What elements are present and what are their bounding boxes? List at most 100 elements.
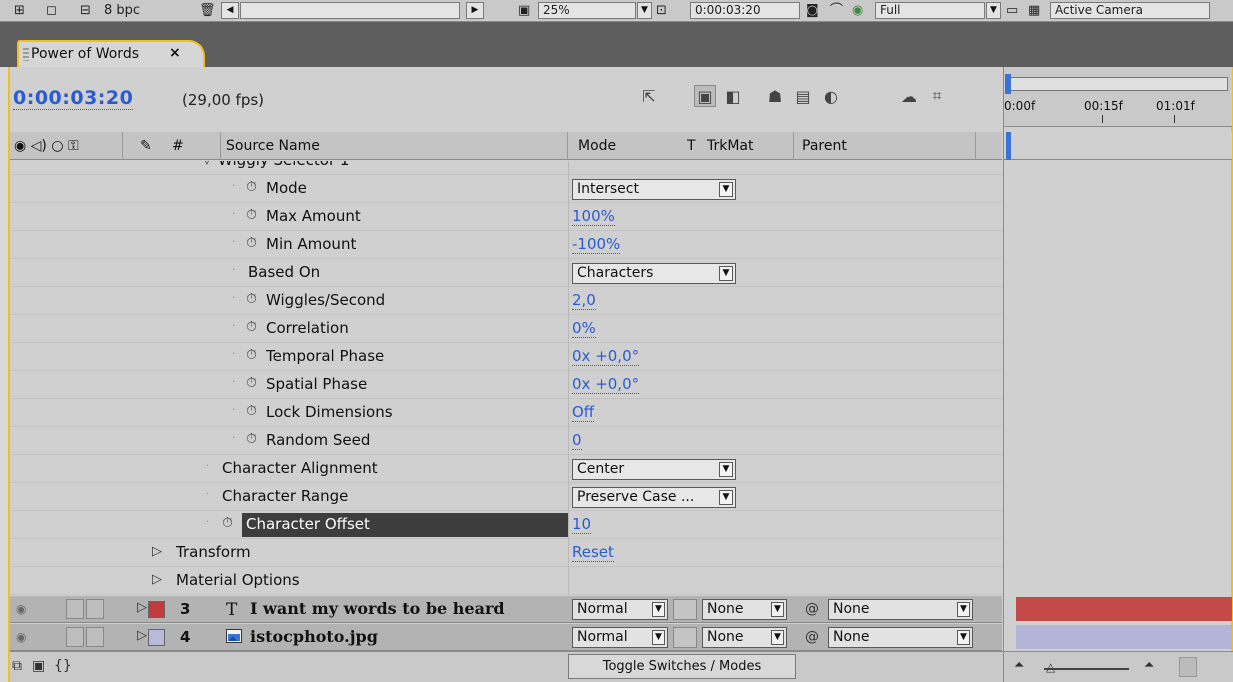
transfer-controls-icon[interactable]: ▣	[32, 658, 45, 674]
time-ruler[interactable]: 0:00f 00:15f 01:01f	[1004, 67, 1232, 127]
lock-switch[interactable]	[86, 599, 104, 619]
stopwatch-icon[interactable]: ⏱	[246, 207, 257, 223]
work-area-bar[interactable]	[1004, 132, 1232, 160]
property-row-wiggly-selector[interactable]: ▽ Wiggly Selector 1	[10, 161, 1002, 175]
layer-mode-dropdown[interactable]: Normal ▼	[572, 599, 668, 620]
scroll-right-icon[interactable]: ▶	[466, 2, 484, 19]
graph-editor-icon[interactable]: ⌗	[926, 85, 948, 107]
snapshot-icon[interactable]: ◻	[46, 2, 60, 19]
safe-zones-icon[interactable]: ⊡	[656, 2, 684, 19]
time-navigator[interactable]	[1006, 77, 1228, 91]
brainstorm-icon[interactable]: ☁	[898, 85, 920, 107]
property-row-material-options[interactable]: ▷ Material Options	[10, 567, 1002, 595]
property-row-wiggles-second[interactable]: · ⏱ Wiggles/Second 2,0	[10, 287, 1002, 315]
stopwatch-icon[interactable]: ⏱	[246, 347, 257, 363]
layer-duration-bar[interactable]	[1016, 597, 1232, 621]
layer-row[interactable]: ◉ ▷ 3 T I want my words to be heard Norm…	[10, 596, 1002, 623]
current-time-indicator[interactable]	[1006, 132, 1011, 160]
layer-name[interactable]: I want my words to be heard	[250, 599, 505, 618]
stopwatch-icon[interactable]: ⏱	[246, 235, 257, 251]
max-amount-value[interactable]: 100%	[572, 207, 615, 226]
region-icon[interactable]: ▣	[518, 2, 534, 19]
trash-icon[interactable]: 🗑	[199, 2, 215, 19]
property-row-character-range[interactable]: · Character Range Preserve Case ... ▼	[10, 483, 1002, 511]
character-range-dropdown[interactable]: Preserve Case ... ▼	[572, 487, 736, 508]
zoom-in-icon[interactable]: ⏶	[1144, 658, 1154, 673]
stopwatch-icon[interactable]: ⏱	[246, 179, 257, 195]
parent-dropdown[interactable]: None ▼	[828, 599, 973, 620]
toggle-switches-modes-button[interactable]: Toggle Switches / Modes	[568, 654, 796, 679]
current-time-display[interactable]: 0:00:03:20	[690, 2, 800, 19]
solo-switch[interactable]	[66, 599, 84, 619]
twirl-right-icon[interactable]: ▷	[152, 572, 162, 587]
random-seed-value[interactable]: 0	[572, 431, 582, 450]
pick-whip-icon[interactable]: @	[805, 601, 819, 617]
layer-label-color[interactable]	[148, 629, 165, 646]
live-update-icon[interactable]: ⇱	[638, 85, 660, 107]
in-out-icon[interactable]: {}	[54, 658, 72, 674]
shy-layers-icon[interactable]: ☗	[764, 85, 786, 107]
show-channel-icon[interactable]: ⌒	[830, 2, 846, 19]
grid-icon[interactable]: ⊞	[14, 2, 30, 19]
region-of-interest-icon[interactable]: ▭	[1006, 2, 1022, 19]
stopwatch-icon[interactable]: ⏱	[246, 319, 257, 335]
twirl-right-icon[interactable]: ▷	[137, 600, 147, 615]
magnification-arrow-icon[interactable]: ▼	[637, 2, 652, 19]
property-row-temporal-phase[interactable]: · ⏱ Temporal Phase 0x +0,0°	[10, 343, 1002, 371]
magnification-dropdown[interactable]: 25%	[538, 2, 636, 19]
property-row-spatial-phase[interactable]: · ⏱ Spatial Phase 0x +0,0°	[10, 371, 1002, 399]
twirl-right-icon[interactable]: ▷	[137, 628, 147, 643]
stopwatch-icon[interactable]: ⏱	[246, 375, 257, 391]
resolution-dropdown[interactable]: Full	[875, 2, 985, 19]
property-row-mode[interactable]: · ⏱ Mode Intersect ▼	[10, 175, 1002, 203]
close-icon[interactable]: ×	[169, 45, 181, 61]
tab-power-of-words[interactable]: Power of Words ×	[17, 40, 205, 67]
column-source-name[interactable]: Source Name	[226, 132, 320, 160]
camera-snapshot-icon[interactable]: ◙	[806, 2, 824, 19]
wiggles-second-value[interactable]: 2,0	[572, 291, 596, 310]
comp-flowchart-icon[interactable]: ◧	[722, 85, 744, 107]
pick-whip-icon[interactable]: @	[805, 629, 819, 645]
timeline-scroll-left[interactable]	[1179, 657, 1197, 677]
scroll-left-icon[interactable]: ◀	[221, 2, 239, 19]
spatial-phase-value[interactable]: 0x +0,0°	[572, 375, 640, 394]
zoom-slider-track[interactable]	[1044, 668, 1129, 670]
trkmat-dropdown[interactable]: None ▼	[702, 599, 787, 620]
character-offset-value[interactable]: 10	[572, 515, 592, 534]
transform-reset-link[interactable]: Reset	[572, 543, 614, 562]
layer-mode-dropdown[interactable]: Normal ▼	[572, 627, 668, 648]
eye-icon[interactable]: ◉	[16, 602, 32, 616]
temporal-phase-value[interactable]: 0x +0,0°	[572, 347, 640, 366]
twirl-down-icon[interactable]: ▽	[202, 161, 212, 167]
project-flowchart-icon[interactable]: ⊟	[80, 2, 94, 19]
min-amount-value[interactable]: -100%	[572, 235, 621, 254]
layer-row[interactable]: ◉ ▷ 4 istocphoto.jpg Normal ▼ None ▼ @ Non…	[10, 624, 1002, 651]
draft-3d-icon[interactable]: ▣	[694, 85, 716, 107]
property-row-min-amount[interactable]: · ⏱ Min Amount -100%	[10, 231, 1002, 259]
layer-name[interactable]: istocphoto.jpg	[250, 627, 378, 646]
motion-blur-icon[interactable]: ◐	[820, 85, 842, 107]
property-row-correlation[interactable]: · ⏱ Correlation 0%	[10, 315, 1002, 343]
bit-depth-button[interactable]: 8 bpc	[104, 2, 164, 19]
lock-dimensions-value[interactable]: Off	[572, 403, 595, 422]
property-row-random-seed[interactable]: · ⏱ Random Seed 0	[10, 427, 1002, 455]
current-time-timecode[interactable]: 0:00:03:20	[13, 87, 134, 110]
twirl-right-icon[interactable]: ▷	[152, 544, 162, 559]
color-channels-icon[interactable]: ◉	[852, 2, 872, 19]
eye-icon[interactable]: ◉	[16, 630, 32, 644]
based-on-dropdown[interactable]: Characters ▼	[572, 263, 736, 284]
layer-switches-icon[interactable]: ⧉	[12, 658, 22, 674]
mode-dropdown[interactable]: Intersect ▼	[572, 179, 736, 200]
stopwatch-icon[interactable]: ⏱	[246, 431, 257, 447]
stopwatch-icon[interactable]: ⏱	[246, 403, 257, 419]
stopwatch-icon[interactable]: ⏱	[246, 291, 257, 307]
solo-switch[interactable]	[66, 627, 84, 647]
trkmat-dropdown[interactable]: None ▼	[702, 627, 787, 648]
property-row-lock-dimensions[interactable]: · ⏱ Lock Dimensions Off	[10, 399, 1002, 427]
correlation-value[interactable]: 0%	[572, 319, 596, 338]
property-row-max-amount[interactable]: · ⏱ Max Amount 100%	[10, 203, 1002, 231]
preserve-transparency-switch[interactable]	[673, 599, 697, 620]
layer-label-color[interactable]	[148, 601, 165, 618]
property-row-character-offset[interactable]: · ⏱ Character Offset 10	[10, 511, 1002, 539]
time-navigator-handle[interactable]	[1005, 74, 1011, 94]
